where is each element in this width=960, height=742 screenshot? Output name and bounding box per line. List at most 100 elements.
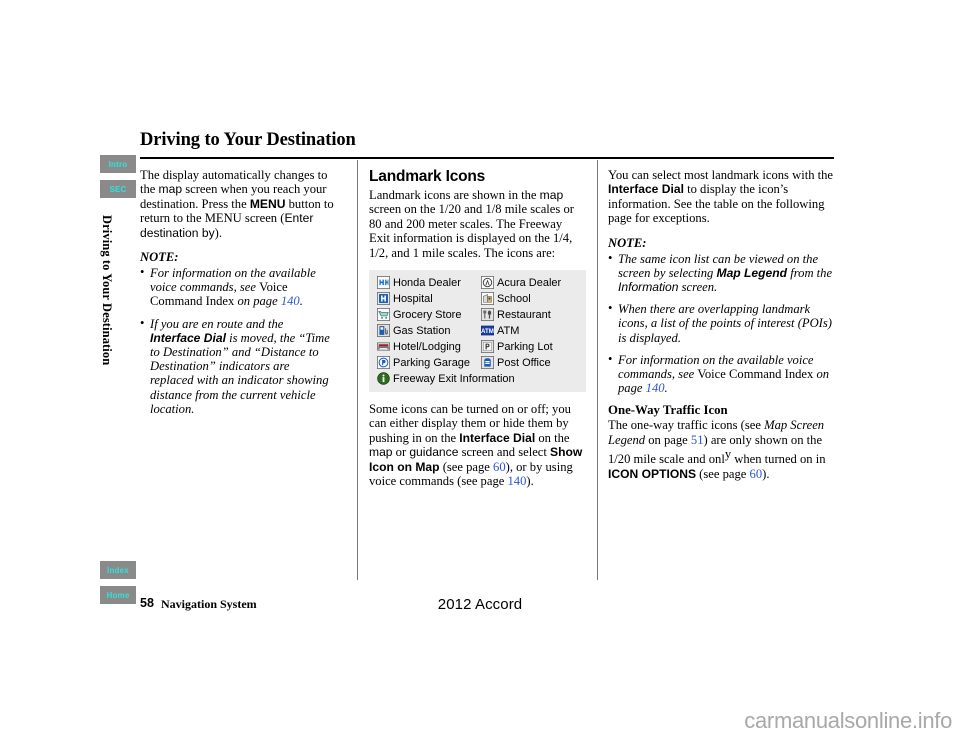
oneway-text-a: The one-way traffic icons (see bbox=[608, 418, 765, 433]
legend-label: Gas Station bbox=[393, 324, 451, 337]
interface-dial-keyword: Interface Dial bbox=[459, 430, 536, 445]
legend-row: Gas Station ATM ATM bbox=[377, 324, 578, 338]
select-text-a: You can select most landmark icons with … bbox=[608, 168, 834, 182]
legend-item-restaurant: Restaurant bbox=[481, 308, 551, 322]
title-rule bbox=[140, 157, 834, 160]
sidebar-vertical-title: Driving to Your Destination bbox=[100, 215, 114, 366]
page-title: Driving to Your Destination bbox=[140, 130, 356, 150]
landmark-text-b: screen on the 1/20 and 1/8 mile scales o… bbox=[369, 202, 574, 260]
atm-icon: ATM bbox=[481, 325, 494, 336]
section-title-landmark-icons: Landmark Icons bbox=[369, 168, 486, 185]
legend-row: Hotel/Lodging Parking Lot bbox=[377, 340, 578, 354]
legend-label: Parking Garage bbox=[393, 356, 471, 369]
page-ref[interactable]: 60 bbox=[750, 467, 763, 481]
landmark-intro-paragraph: Landmark icons are shown in the map scre… bbox=[369, 188, 586, 260]
legend-item-honda-dealer: Honda Dealer bbox=[377, 276, 481, 290]
legend-item-hotel-lodging: Hotel/Lodging bbox=[377, 340, 481, 353]
column-divider-2 bbox=[597, 160, 598, 580]
page-ref[interactable]: 60 bbox=[493, 460, 506, 474]
sidebar-tab-sec[interactable]: SEC bbox=[100, 180, 136, 198]
parking-garage-icon bbox=[377, 356, 390, 370]
legend-label: ATM bbox=[497, 324, 520, 337]
icons-toggle-paragraph: Some icons can be turned on or off; you … bbox=[369, 402, 586, 488]
legend-row: Grocery Store Restaurant bbox=[377, 308, 578, 322]
legend-item-parking-lot: Parking Lot bbox=[481, 340, 553, 354]
legend-label: Acura Dealer bbox=[497, 276, 562, 289]
map-keyword: map bbox=[369, 445, 393, 460]
legend-label: Honda Dealer bbox=[393, 276, 461, 289]
menu-button-keyword: MENU bbox=[249, 196, 286, 211]
school-icon bbox=[481, 292, 494, 306]
note-list: For information on the available voice c… bbox=[140, 265, 336, 416]
toggle-text-b: on the bbox=[535, 430, 570, 445]
note-heading: NOTE: bbox=[608, 235, 647, 250]
oneway-text-d: when turned on in bbox=[731, 452, 826, 467]
column-1: The display automatically changes to the… bbox=[140, 168, 336, 424]
legend-item-freeway-exit-information: Freeway Exit Information bbox=[377, 372, 515, 385]
page-ref[interactable]: 140 bbox=[646, 381, 665, 395]
sidebar-tab-index[interactable]: Index bbox=[100, 561, 136, 579]
legend-item-post-office: Post Office bbox=[481, 356, 551, 370]
toggle-text-g: ). bbox=[526, 474, 534, 489]
honda-dealer-icon bbox=[377, 276, 390, 290]
toggle-text-e: (see page bbox=[439, 459, 494, 474]
legend-label: Grocery Store bbox=[393, 308, 462, 321]
oneway-text-e: (see page bbox=[696, 466, 750, 481]
icon-options-keyword: ICON OPTIONS bbox=[608, 466, 697, 481]
guidance-keyword: guidance bbox=[409, 445, 459, 460]
note-item: The same icon list can be viewed on the … bbox=[608, 251, 834, 295]
legend-item-school: School bbox=[481, 292, 531, 306]
page-ref[interactable]: 140 bbox=[281, 294, 300, 308]
one-way-traffic-paragraph: The one-way traffic icons (see Map Scree… bbox=[608, 418, 834, 481]
note-text-a: If you are en route and the bbox=[150, 316, 284, 331]
legend-row: Parking Garage Post Office bbox=[377, 356, 578, 370]
manual-page: Intro SEC Driving to Your Destination In… bbox=[0, 0, 960, 742]
interface-dial-keyword: Interface Dial bbox=[608, 182, 684, 197]
page-ref[interactable]: 140 bbox=[507, 474, 526, 488]
legend-item-grocery-store: Grocery Store bbox=[377, 308, 481, 322]
legend-label: Restaurant bbox=[497, 308, 551, 321]
hospital-icon bbox=[377, 292, 390, 306]
note-text-c: on page bbox=[234, 294, 281, 309]
legend-label: Parking Lot bbox=[497, 340, 553, 353]
map-keyword: map bbox=[539, 188, 564, 202]
column-divider-1 bbox=[357, 160, 358, 580]
note-text-d: . bbox=[664, 381, 668, 396]
intro-paragraph: The display automatically changes to the… bbox=[140, 168, 336, 240]
gas-station-icon bbox=[377, 324, 390, 338]
hotel-lodging-icon bbox=[377, 342, 390, 351]
note-text-c: from the bbox=[787, 265, 833, 280]
note-item: If you are en route and the Interface Di… bbox=[140, 316, 336, 416]
map-keyword: map bbox=[158, 182, 183, 197]
interface-dial-keyword: Interface Dial bbox=[150, 330, 226, 345]
note-text-e: screen. bbox=[678, 280, 718, 295]
intro-text-d: ). bbox=[214, 225, 222, 240]
sidebar-tab-intro[interactable]: Intro bbox=[100, 155, 136, 173]
note-text-a: When there are overlapping landmark icon… bbox=[618, 302, 832, 345]
svg-text:ATM: ATM bbox=[481, 328, 494, 335]
toggle-text-d: screen and select bbox=[458, 445, 551, 460]
watermark: carmanualsonline.info bbox=[744, 708, 952, 733]
grocery-store-icon bbox=[377, 308, 390, 322]
information-keyword: Information bbox=[618, 280, 679, 295]
note-text-d: . bbox=[299, 294, 303, 309]
legend-row: Honda Dealer Acura Dealer bbox=[377, 276, 578, 290]
oneway-text-f: ). bbox=[762, 466, 770, 481]
legend-label: Hospital bbox=[393, 292, 433, 305]
legend-item-atm: ATM ATM bbox=[481, 324, 519, 337]
sidebar-tabs-top: Intro SEC bbox=[100, 155, 136, 205]
legend-item-gas-station: Gas Station bbox=[377, 324, 481, 338]
legend-row: Freeway Exit Information bbox=[377, 372, 578, 385]
restaurant-icon bbox=[481, 308, 494, 322]
legend-label: Post Office bbox=[497, 356, 551, 369]
footer-model: 2012 Accord bbox=[437, 596, 523, 613]
legend-item-acura-dealer: Acura Dealer bbox=[481, 276, 562, 290]
select-icons-paragraph: You can select most landmark icons with … bbox=[608, 168, 834, 226]
note-item: For information on the available voice c… bbox=[140, 265, 336, 309]
legend-item-parking-garage: Parking Garage bbox=[377, 356, 481, 370]
note-item: For information on the available voice c… bbox=[608, 352, 834, 396]
freeway-exit-information-icon bbox=[377, 372, 390, 385]
page-ref[interactable]: 51 bbox=[691, 433, 704, 447]
column-3: You can select most landmark icons with … bbox=[608, 168, 834, 491]
landmark-text-a: Landmark icons are shown in the bbox=[369, 188, 540, 202]
